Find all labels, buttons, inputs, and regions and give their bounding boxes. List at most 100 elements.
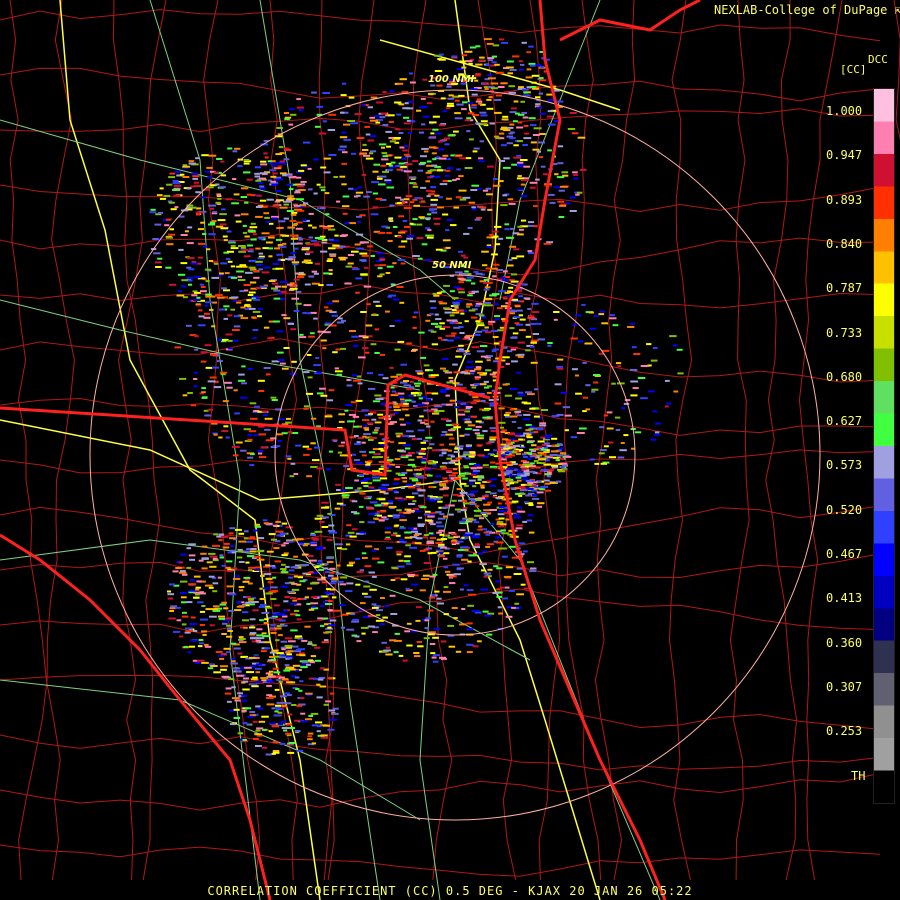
- echo-pixel: [516, 188, 524, 191]
- echo-pixel: [406, 235, 415, 237]
- echo-pixel: [533, 415, 540, 418]
- echo-pixel: [453, 304, 459, 307]
- echo-pixel: [384, 531, 391, 534]
- legend-tick: 1.000: [826, 104, 863, 118]
- echo-pixel: [284, 582, 290, 585]
- echo-pixel: [515, 433, 523, 436]
- echo-pixel: [468, 309, 476, 312]
- echo-pixel: [462, 546, 469, 549]
- echo-pixel: [354, 113, 362, 116]
- echo-pixel: [484, 297, 493, 300]
- echo-pixel: [252, 609, 259, 612]
- echo-pixel: [545, 434, 552, 437]
- echo-pixel: [518, 542, 526, 545]
- echo-pixel: [242, 580, 250, 583]
- legend-tick: 0.893: [826, 192, 863, 207]
- echo-pixel: [637, 377, 646, 379]
- echo-pixel: [378, 416, 384, 419]
- echo-pixel: [292, 224, 297, 227]
- echo-pixel: [422, 78, 428, 81]
- echo-pixel: [466, 518, 474, 521]
- echo-pixel: [405, 422, 411, 425]
- echo-pixel: [298, 336, 307, 339]
- echo-pixel: [308, 608, 315, 611]
- echo-pixel: [234, 214, 241, 217]
- echo-pixel: [484, 331, 492, 334]
- echo-pixel: [202, 633, 207, 636]
- echo-pixel: [327, 529, 336, 532]
- echo-pixel: [420, 421, 425, 424]
- county-line: [765, 0, 798, 881]
- echo-pixel: [277, 292, 282, 295]
- echo-pixel: [237, 652, 243, 655]
- echo-pixel: [288, 256, 296, 259]
- echo-pixel: [248, 430, 257, 433]
- echo-pixel: [317, 617, 324, 620]
- echo-pixel: [482, 264, 488, 267]
- legend-tick: 0.840: [826, 236, 863, 251]
- echo-pixel: [397, 499, 404, 501]
- echo-pixel: [465, 406, 473, 408]
- echo-pixel: [453, 371, 461, 374]
- radar-map[interactable]: 100 NMI 50 NMI: [0, 0, 900, 900]
- echo-pixel: [488, 96, 493, 99]
- echo-pixel: [412, 508, 419, 511]
- echo-pixel: [239, 638, 246, 640]
- echo-pixel: [554, 173, 559, 176]
- echo-pixel: [443, 590, 451, 593]
- echo-pixel: [195, 661, 201, 664]
- echo-pixel: [320, 667, 325, 670]
- echo-pixel: [212, 605, 220, 608]
- echo-pixel: [166, 243, 174, 246]
- echo-pixel: [270, 631, 277, 634]
- echo-pixel: [502, 194, 508, 197]
- echo-pixel: [399, 519, 407, 522]
- echo-pixel: [416, 473, 422, 475]
- echo-pixel: [459, 588, 464, 591]
- echo-pixel: [404, 226, 411, 228]
- echo-pixel: [517, 341, 525, 344]
- echo-pixel: [418, 397, 423, 400]
- echo-pixel: [228, 678, 235, 680]
- echo-pixel: [516, 472, 525, 475]
- echo-pixel: [196, 304, 202, 307]
- echo-pixel: [279, 206, 288, 209]
- echo-pixel: [520, 483, 526, 486]
- echo-pixel: [436, 206, 444, 209]
- echo-pixel: [308, 236, 314, 239]
- echo-pixel: [504, 228, 510, 231]
- echo-pixel: [297, 576, 303, 579]
- echo-pixel: [196, 659, 205, 662]
- echo-pixel: [407, 573, 416, 576]
- echo-pixel: [298, 109, 304, 112]
- echo-pixel: [449, 437, 455, 440]
- echo-pixel: [527, 457, 532, 460]
- echo-pixel: [500, 82, 508, 85]
- echo-pixel: [564, 455, 572, 458]
- echo-pixel: [293, 310, 300, 312]
- echo-pixel: [558, 216, 565, 218]
- echo-pixel: [418, 216, 425, 219]
- echo-pixel: [363, 285, 371, 288]
- echo-pixel: [244, 271, 253, 274]
- echo-pixel: [230, 308, 235, 311]
- echo-pixel: [459, 491, 468, 494]
- echo-pixel: [314, 659, 321, 662]
- echo-pixel: [450, 459, 458, 462]
- echo-pixel: [300, 180, 307, 183]
- echo-pixel: [465, 532, 474, 535]
- echo-pixel: [295, 302, 302, 305]
- echo-pixel: [287, 713, 293, 716]
- echo-pixel: [522, 463, 530, 466]
- echo-pixel: [394, 491, 399, 494]
- echo-pixel: [313, 317, 318, 320]
- echo-pixel: [461, 509, 467, 511]
- echo-pixel: [468, 593, 477, 596]
- echo-pixel: [273, 714, 281, 717]
- echo-pixel: [480, 316, 487, 319]
- echo-pixel: [272, 263, 280, 265]
- echo-pixel: [455, 400, 462, 403]
- echo-pixel: [459, 623, 467, 626]
- echo-pixel: [379, 433, 384, 436]
- echo-pixel: [272, 576, 277, 579]
